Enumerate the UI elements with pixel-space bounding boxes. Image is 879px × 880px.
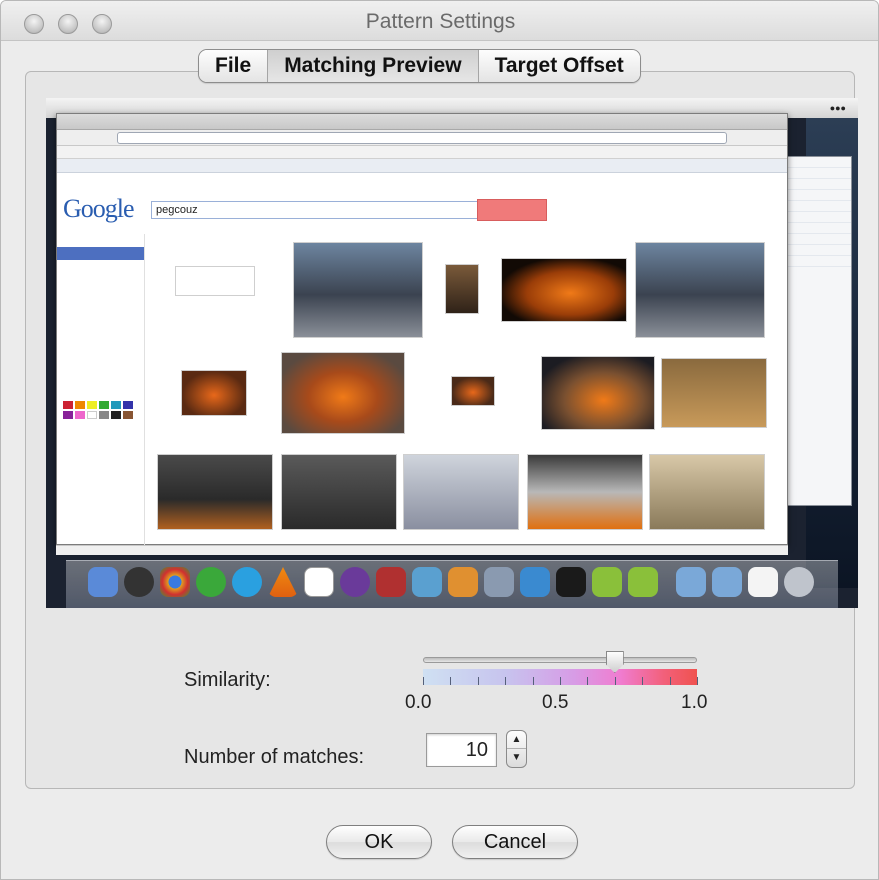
similarity-tick: [560, 677, 561, 685]
cancel-button[interactable]: Cancel: [452, 825, 578, 859]
similarity-ticks: [423, 677, 698, 685]
preview-side-window: [786, 156, 852, 506]
preview-dock: [66, 560, 838, 608]
preview-search-button-highlight: [477, 199, 547, 221]
similarity-tick: [670, 677, 671, 685]
preview-google-sidebar: [57, 234, 145, 546]
similarity-label: Similarity:: [184, 669, 271, 691]
preview-search-box: pegcouz: [151, 201, 481, 219]
matching-preview-screenshot: ●●● Google pegcouz: [46, 98, 858, 608]
number-of-matches-label: Number of matches:: [184, 746, 365, 768]
preview-image-results: [149, 234, 779, 534]
stepper-up-icon[interactable]: ▲: [507, 731, 526, 749]
preview-status-bar: [56, 545, 788, 555]
similarity-tick: [423, 677, 424, 685]
similarity-tick: [697, 677, 698, 685]
tab-bar: File Matching Preview Target Offset: [198, 49, 641, 83]
number-of-matches-input[interactable]: 10: [426, 733, 497, 767]
preview-google-logo: Google: [63, 194, 135, 223]
similarity-mid-label: 0.5: [542, 692, 569, 713]
similarity-min-label: 0.0: [405, 692, 432, 713]
similarity-tick: [505, 677, 506, 685]
number-of-matches-stepper[interactable]: ▲ ▼: [506, 730, 527, 768]
similarity-tick: [615, 677, 616, 685]
window-title: Pattern Settings: [365, 10, 516, 33]
similarity-tick: [450, 677, 451, 685]
similarity-max-label: 1.0: [681, 692, 708, 713]
ok-button[interactable]: OK: [326, 825, 432, 859]
similarity-slider-track[interactable]: [423, 657, 697, 663]
pattern-settings-window: Pattern Settings File Matching Preview T…: [0, 0, 879, 880]
tab-matching-preview[interactable]: Matching Preview: [267, 50, 478, 82]
tab-file[interactable]: File: [199, 50, 268, 82]
similarity-slider[interactable]: [419, 651, 701, 689]
title-bar: Pattern Settings: [1, 1, 878, 41]
preview-browser-window: Google pegcouz: [56, 113, 788, 546]
similarity-tick: [587, 677, 588, 685]
tab-target-offset[interactable]: Target Offset: [477, 50, 640, 82]
stepper-down-icon[interactable]: ▼: [507, 749, 526, 767]
similarity-tick: [533, 677, 534, 685]
similarity-tick: [478, 677, 479, 685]
similarity-tick: [642, 677, 643, 685]
